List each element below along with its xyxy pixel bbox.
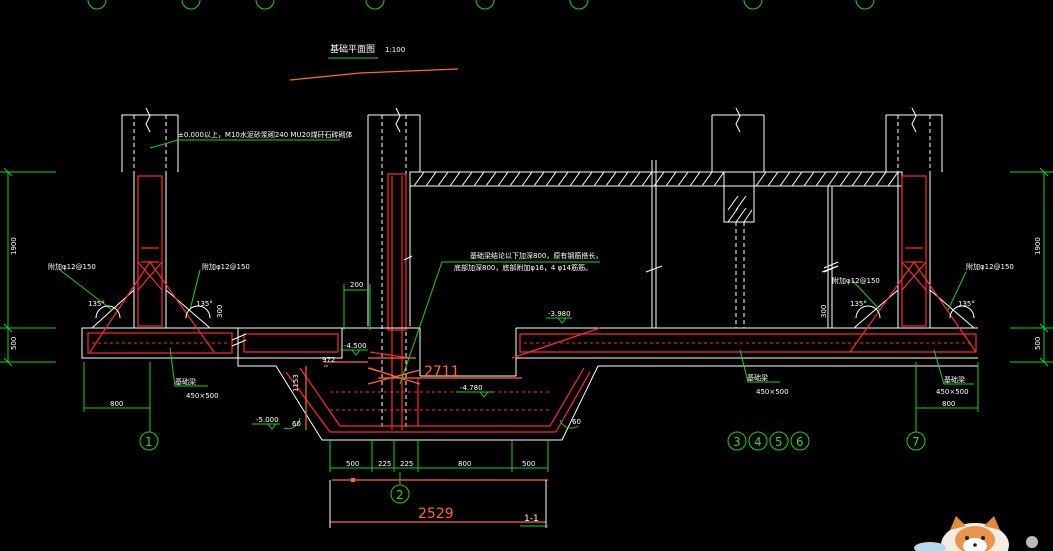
elevation-marks — [252, 317, 572, 430]
right-dim-500: 500 — [1034, 337, 1042, 350]
right-inner-dim-300: 300 — [820, 305, 828, 318]
drawing-title: 基础平面图 — [330, 43, 375, 55]
pit-note-line-2: 底部加深800，底部附加φ16，4 φ14筋筋。 — [454, 263, 592, 272]
bottom-dim-1: 225 — [378, 460, 391, 468]
pit-top-dim — [343, 284, 371, 330]
mid-beam-size: 450×500 — [756, 388, 789, 396]
left-angle-135-b: 135° — [196, 300, 213, 308]
axis-1-label: 1 — [145, 435, 153, 449]
pit-dim-1153: 1153 — [292, 374, 300, 392]
angle-60-right: 60 — [572, 418, 581, 426]
left-angle-135-a: 135° — [88, 300, 105, 308]
axis-2-label: 2 — [396, 488, 404, 502]
drawing-scale: 1:100 — [385, 46, 405, 54]
elevation-5000: -5.000 — [256, 416, 279, 424]
left-beam-size: 450×500 — [186, 392, 219, 400]
pit-dim-972: 972 — [322, 356, 335, 364]
elevation-4780: -4.780 — [460, 384, 483, 392]
axis-6-label: 6 — [796, 435, 804, 449]
bottom-dim-0: 500 — [346, 460, 359, 468]
right-beam-size: 450×500 — [936, 388, 969, 396]
right-wall — [821, 107, 977, 353]
cad-drawing-canvas[interactable]: 基础平面图 1:100 附加φ12@150 附加φ12@150 135° 135… — [0, 0, 1053, 551]
right-bottom-dim — [915, 362, 979, 432]
axis-5-label: 5 — [775, 435, 783, 449]
axis-3-label: 3 — [733, 435, 741, 449]
right-dim-800: 800 — [942, 400, 955, 408]
orange-markup-stroke — [289, 68, 459, 81]
left-add-bar-label-2: 附加φ12@150 — [202, 262, 250, 271]
right-add-bar-label-2: 附加φ12@150 — [966, 262, 1014, 271]
bottom-dim-4: 500 — [522, 460, 535, 468]
orange-dim-2711: 2711 — [424, 364, 460, 380]
left-add-bar-label: 附加φ12@150 — [48, 262, 96, 271]
mascot-sticker — [914, 516, 1038, 551]
bottom-dim-3: 800 — [458, 460, 471, 468]
right-add-bar-label: 附加φ12@150 — [832, 276, 880, 285]
left-dim-1900: 1900 — [10, 237, 18, 255]
elevation-3980: -3.980 — [548, 310, 571, 318]
left-dim-500: 500 — [10, 337, 18, 350]
left-dim-800: 800 — [110, 400, 123, 408]
bottom-dim-2: 225 — [400, 460, 413, 468]
elevation-4500: -4.500 — [344, 342, 367, 350]
axis-7-label: 7 — [912, 435, 920, 449]
axis-3-6-wall — [711, 107, 765, 328]
left-inner-dim-300: 300 — [216, 305, 224, 318]
axis-4-label: 4 — [754, 435, 762, 449]
left-bottom-dim — [83, 362, 151, 432]
orange-dim-2529: 2529 — [418, 506, 454, 522]
right-beam-name: 基础梁 — [944, 375, 965, 384]
pit-dim-200: 200 — [350, 281, 363, 289]
mid-beam-name: 基础梁 — [747, 373, 768, 382]
left-beam-name: 基础梁 — [175, 377, 196, 386]
section-label: 1-1 — [524, 514, 539, 524]
right-dimension-lines — [1010, 167, 1053, 367]
top-note: ±0.000以上，M10水泥砂浆砌240 MU20煤矸石砖砌体 — [178, 130, 353, 139]
right-dim-1900: 1900 — [1034, 237, 1042, 255]
left-wall — [59, 107, 239, 359]
pit-note-line-1: 基础梁结论以下加深800，原有钢筋搭长， — [470, 251, 602, 260]
pit-annotations — [305, 357, 522, 430]
angle-60-left: 60 — [292, 420, 301, 428]
top-axis-circles — [87, 0, 875, 10]
